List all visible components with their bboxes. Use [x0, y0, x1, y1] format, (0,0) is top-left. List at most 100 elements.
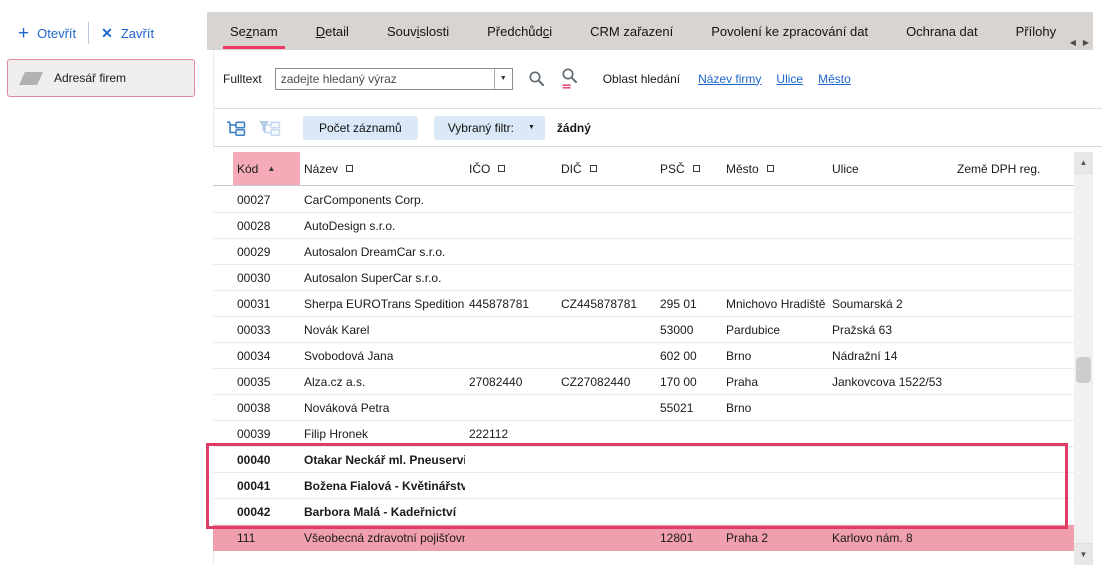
fulltext-search-button[interactable] — [561, 68, 579, 89]
cell-mesto: Brno — [722, 349, 828, 363]
cell-nazev: AutoDesign s.r.o. — [300, 219, 465, 233]
cell-kod: 00027 — [233, 193, 300, 207]
tab-crm-zarazeni[interactable]: CRM zařazení — [571, 12, 692, 50]
cell-ulice: Nádražní 14 — [828, 349, 953, 363]
cell-psc: 602 00 — [656, 349, 722, 363]
cell-dic: CZ27082440 — [557, 375, 656, 389]
table-row[interactable]: 00034Svobodová Jana 602 00BrnoNádražní 14 — [213, 343, 1074, 369]
cell-psc: 170 00 — [656, 375, 722, 389]
plus-icon: + — [18, 25, 29, 42]
record-count-button[interactable]: Počet záznamů — [303, 116, 418, 140]
cell-psc: 295 01 — [656, 297, 722, 311]
header-cell-mesto[interactable]: Město — [722, 152, 828, 185]
table-row[interactable]: 00028AutoDesign s.r.o. — [213, 213, 1074, 239]
filter-select-label: Vybraný filtr: — [448, 121, 514, 135]
cell-kod: 00038 — [233, 401, 300, 415]
tab-predchudci[interactable]: Předchůdci — [468, 12, 571, 50]
cell-nazev: Všeobecná zdravotní pojišťovna — [300, 531, 465, 545]
header-cell-dic[interactable]: DIČ — [557, 152, 656, 185]
tree-view-button[interactable] — [226, 119, 247, 137]
table-row[interactable]: 00031Sherpa EUROTrans Spedition445878781… — [213, 291, 1074, 317]
filter-box-icon[interactable] — [767, 165, 774, 172]
close-button[interactable]: ✕ Zavřít — [95, 25, 160, 42]
cell-nazev: Svobodová Jana — [300, 349, 465, 363]
cell-ico: 222112 — [465, 427, 557, 441]
scroll-up-button[interactable]: ▲ — [1074, 152, 1093, 174]
fulltext-input[interactable] — [276, 69, 494, 89]
fulltext-combobox: ▼ — [275, 68, 513, 90]
search-button[interactable] — [528, 70, 546, 88]
cell-mesto: Mnichovo Hradiště — [722, 297, 828, 311]
header-cell-ico[interactable]: IČO — [465, 152, 557, 185]
table-row[interactable]: 00030Autosalon SuperCar s.r.o. — [213, 265, 1074, 291]
open-button[interactable]: + Otevřít — [12, 25, 82, 42]
table-row[interactable]: 00041Božena Fialová - Květinářství — [213, 473, 1074, 499]
vertical-scrollbar[interactable]: ▲ ▼ — [1074, 152, 1093, 565]
header-cell-psc[interactable]: PSČ — [656, 152, 722, 185]
table-row[interactable]: 00029Autosalon DreamCar s.r.o. — [213, 239, 1074, 265]
cell-dic: CZ445878781 — [557, 297, 656, 311]
table-row[interactable]: 00042Barbora Malá - Kadeřnictví — [213, 499, 1074, 525]
header-cell-kod[interactable]: Kód▲ — [233, 152, 300, 185]
nav-item-label: Adresář firem — [54, 71, 126, 85]
table-header: Kód▲NázevIČODIČPSČMěstoUliceZemě DPH reg… — [213, 152, 1074, 186]
header-cell-nazev[interactable]: Název — [300, 152, 465, 185]
cell-mesto: Praha 2 — [722, 531, 828, 545]
cell-kod: 00041 — [233, 479, 300, 493]
tab-bar: SeznamDetailSouvislostiPředchůdciCRM zař… — [207, 12, 1093, 50]
filter-select[interactable]: Vybraný filtr: ▼ — [434, 116, 545, 140]
table-row[interactable]: 00033Novák Karel53000PardubicePražská 63 — [213, 317, 1074, 343]
close-button-label: Zavřít — [121, 26, 154, 41]
cell-mesto: Praha — [722, 375, 828, 389]
scope-link-nazev-firmy[interactable]: Název firmy — [698, 72, 761, 86]
sort-asc-icon: ▲ — [267, 164, 275, 173]
cell-kod: 00035 — [233, 375, 300, 389]
filter-box-icon[interactable] — [590, 165, 597, 172]
scroll-down-button[interactable]: ▼ — [1074, 543, 1093, 565]
scope-link-ulice[interactable]: Ulice — [776, 72, 803, 86]
header-gutter — [213, 152, 233, 185]
cell-nazev: Božena Fialová - Květinářství — [300, 479, 465, 493]
table-row[interactable]: 00040Otakar Neckář ml. Pneuservis — [213, 447, 1074, 473]
scroll-down-icon: ▼ — [1080, 550, 1088, 559]
module-icon — [19, 72, 43, 85]
actions-divider — [88, 22, 89, 44]
record-count-label: Počet záznamů — [319, 121, 402, 135]
cell-kod: 00042 — [233, 505, 300, 519]
tab-prilohy[interactable]: Přílohy — [997, 12, 1075, 50]
tab-povoleni-ke-zpracovani-dat[interactable]: Povolení ke zpracování dat — [692, 12, 887, 50]
cell-ulice: Soumarská 2 — [828, 297, 953, 311]
cell-ico: 445878781 — [465, 297, 557, 311]
tab-ochrana-dat[interactable]: Ochrana dat — [887, 12, 997, 50]
table-row[interactable]: 00035Alza.cz a.s.27082440CZ27082440170 0… — [213, 369, 1074, 395]
search-scope-label: Oblast hledání — [603, 72, 680, 86]
table-row[interactable]: 00038Nováková Petra55021Brno — [213, 395, 1074, 421]
cell-nazev: Otakar Neckář ml. Pneuservis — [300, 453, 465, 467]
table-row[interactable]: 111Všeobecná zdravotní pojišťovna12801Pr… — [213, 525, 1074, 551]
nav-item-adresar-firem[interactable]: Adresář firem — [7, 59, 195, 97]
search-icon — [528, 70, 546, 88]
cell-kod: 00040 — [233, 453, 300, 467]
cell-nazev: Sherpa EUROTrans Spedition — [300, 297, 465, 311]
tab-seznam[interactable]: Seznam — [211, 12, 297, 50]
header-cell-zeme-dph-reg[interactable]: Země DPH reg. — [953, 152, 1074, 185]
cell-nazev: CarComponents Corp. — [300, 193, 465, 207]
combobox-dropdown-icon[interactable]: ▼ — [494, 69, 512, 89]
table-row[interactable]: 00039Filip Hronek222112 — [213, 421, 1074, 447]
filter-box-icon[interactable] — [346, 165, 353, 172]
filter-box-icon[interactable] — [498, 165, 505, 172]
table-row[interactable]: 00027CarComponents Corp. — [213, 187, 1074, 213]
left-panel: + Otevřít ✕ Zavřít Adresář firem — [0, 0, 207, 569]
cell-kod: 00039 — [233, 427, 300, 441]
scope-link-mesto[interactable]: Město — [818, 72, 851, 86]
tab-detail[interactable]: Detail — [297, 12, 368, 50]
tab-souvislosti[interactable]: Souvislosti — [368, 12, 468, 50]
cell-kod: 00029 — [233, 245, 300, 259]
header-cell-ulice[interactable]: Ulice — [828, 152, 953, 185]
cell-kod: 00034 — [233, 349, 300, 363]
cell-ico: 27082440 — [465, 375, 557, 389]
cell-kod: 111 — [233, 531, 300, 545]
scroll-thumb[interactable] — [1076, 357, 1091, 383]
filter-box-icon[interactable] — [693, 165, 700, 172]
toolbar: Počet záznamů Vybraný filtr: ▼ žádný — [214, 108, 1102, 147]
